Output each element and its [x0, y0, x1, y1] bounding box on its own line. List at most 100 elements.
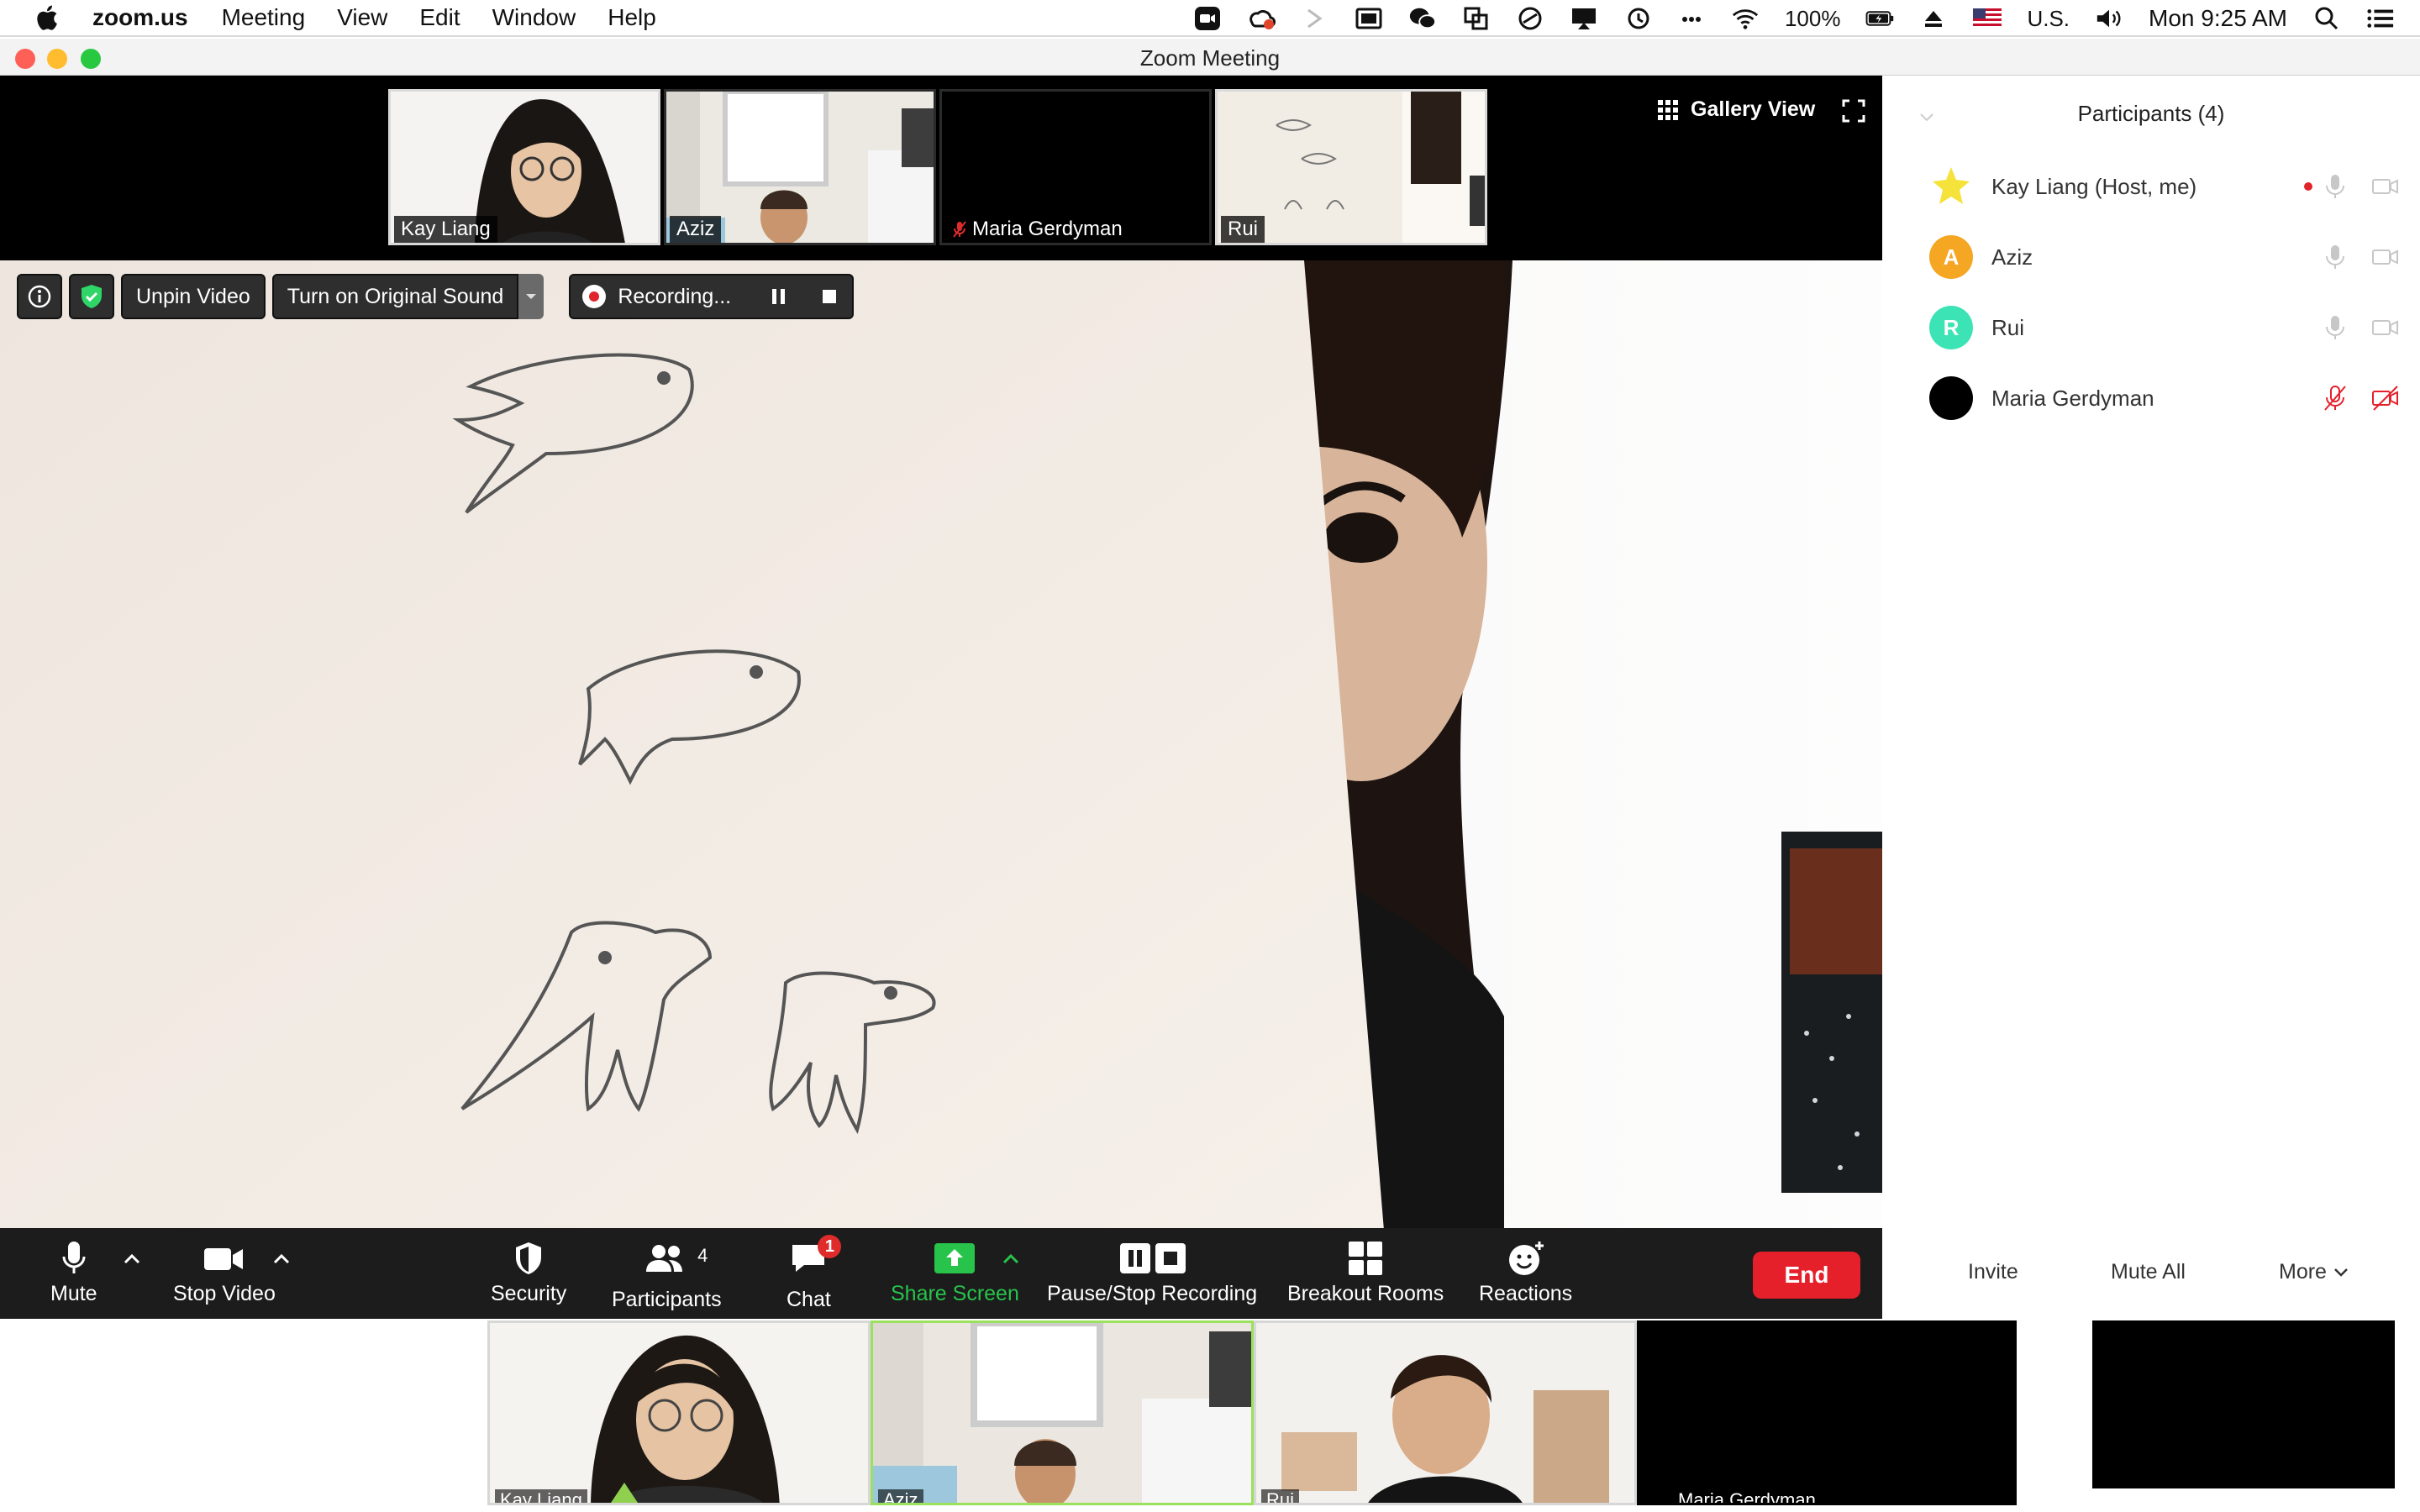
avatar: A — [1929, 235, 1973, 279]
participant-row-aziz[interactable]: A Aziz — [1929, 234, 2400, 281]
mute-button[interactable]: Mute — [50, 1240, 97, 1306]
time-machine-icon[interactable] — [1623, 6, 1652, 31]
menubar-clock[interactable]: Mon 9:25 AM — [2149, 5, 2287, 32]
window-title-bar: Zoom Meeting — [0, 39, 2420, 76]
participant-row-rui[interactable]: R Rui — [1929, 304, 2400, 351]
security-button[interactable]: Security — [491, 1240, 566, 1306]
avatar: R — [1929, 306, 1973, 349]
main-speaker-video[interactable] — [0, 260, 1882, 1312]
mute-all-button[interactable]: Mute All — [2111, 1260, 2186, 1284]
gallery-tile-kay[interactable]: Kay Liang — [487, 1320, 871, 1505]
menu-help[interactable]: Help — [608, 4, 656, 31]
input-source[interactable]: U.S. — [2027, 6, 2070, 32]
participants-icon — [646, 1245, 683, 1272]
apple-icon[interactable] — [34, 3, 59, 32]
menu-edit[interactable]: Edit — [419, 4, 460, 31]
recording-dot-icon — [582, 285, 607, 308]
meeting-info-button[interactable] — [17, 274, 62, 319]
grid-icon — [1658, 99, 1678, 120]
participants-button[interactable]: 4 Participants — [612, 1240, 722, 1312]
notification-center-icon[interactable] — [2366, 6, 2395, 31]
breakout-rooms-icon — [1349, 1242, 1383, 1275]
video-camera-icon — [203, 1248, 243, 1270]
volume-icon[interactable] — [2095, 6, 2123, 31]
participants-panel: Participants (4) Kay Liang (Host, me) A … — [1882, 76, 2420, 1319]
video-options-caret-icon[interactable] — [272, 1253, 291, 1265]
meeting-area: Kay Liang Aziz Maria Gerdyman Rui Galler… — [0, 76, 1882, 1319]
pause-recording-icon[interactable] — [768, 286, 790, 307]
camera-off-icon[interactable] — [2371, 384, 2400, 412]
gallery-tile-rui[interactable]: Rui — [1254, 1320, 1637, 1505]
tile-name-rui: Rui — [1221, 216, 1265, 243]
video-tile-aziz[interactable]: Aziz — [664, 89, 936, 245]
screen-share-tray-icon[interactable] — [1462, 6, 1491, 31]
participant-row-maria[interactable]: Maria Gerdyman — [1929, 375, 2400, 422]
spotlight-search-icon[interactable] — [2312, 6, 2341, 31]
battery-percent: 100% — [1784, 5, 1841, 31]
menu-view[interactable]: View — [337, 4, 387, 31]
breakout-rooms-button[interactable]: Breakout Rooms — [1287, 1240, 1444, 1306]
wechat-icon[interactable] — [1408, 6, 1437, 31]
creative-cloud-icon[interactable] — [1247, 6, 1276, 31]
recording-indicator: Recording... — [569, 274, 855, 319]
battery-icon[interactable] — [1865, 6, 1894, 31]
dnd-icon[interactable] — [1516, 6, 1544, 31]
share-screen-button[interactable]: Share Screen — [891, 1240, 1019, 1306]
menu-app-name[interactable]: zoom.us — [92, 4, 188, 31]
airplay-icon[interactable] — [1570, 6, 1598, 31]
tile-name: Maria Gerdyman — [1673, 1489, 1821, 1503]
video-tile-kay[interactable]: Kay Liang — [388, 89, 660, 245]
participants-count: 4 — [697, 1245, 708, 1266]
us-flag-icon[interactable] — [1973, 6, 2002, 31]
invite-button[interactable]: Invite — [1968, 1260, 2018, 1284]
more-button[interactable]: More — [2279, 1260, 2349, 1284]
chat-button[interactable]: 1 Chat — [786, 1235, 842, 1312]
share-options-caret-icon[interactable] — [1002, 1253, 1020, 1265]
avatar-star-icon — [1933, 167, 1970, 204]
tile-name: Aziz — [878, 1489, 923, 1503]
original-sound-dropdown[interactable] — [518, 274, 544, 319]
fullscreen-icon[interactable] — [1842, 99, 1865, 123]
video-tile-rui[interactable]: Rui — [1215, 89, 1487, 245]
main-video-feed — [0, 260, 1882, 1312]
encryption-shield-button[interactable] — [69, 274, 114, 319]
mic-muted-icon[interactable] — [2321, 384, 2349, 412]
menu-window[interactable]: Window — [492, 4, 576, 31]
forward-icon[interactable] — [1301, 6, 1329, 31]
end-meeting-button[interactable]: End — [1753, 1252, 1860, 1299]
menu-meeting[interactable]: Meeting — [222, 4, 306, 31]
gallery-tile-aziz[interactable]: Aziz — [871, 1320, 1254, 1505]
tile-name-aziz: Aziz — [670, 216, 722, 243]
mic-icon[interactable] — [2321, 313, 2349, 342]
camera-icon[interactable] — [2371, 172, 2400, 201]
eject-icon[interactable] — [1919, 6, 1948, 31]
original-sound-button[interactable]: Turn on Original Sound — [271, 274, 519, 319]
gallery-view-button[interactable]: Gallery View — [1657, 97, 1815, 122]
video-filmstrip: Kay Liang Aziz Maria Gerdyman Rui — [388, 89, 1487, 245]
recording-status-label: Recording... — [618, 284, 732, 308]
gallery-tile-extra[interactable] — [2092, 1320, 2395, 1488]
window-icon[interactable] — [1355, 6, 1383, 31]
participants-panel-footer: Invite Mute All More — [1882, 1248, 2420, 1299]
camera-icon[interactable] — [2371, 243, 2400, 271]
participant-row-kay[interactable]: Kay Liang (Host, me) — [1929, 163, 2400, 210]
original-sound-group: Turn on Original Sound — [271, 274, 544, 319]
gallery-tile-maria[interactable]: Maria Gerdyman — [1637, 1320, 2017, 1505]
tile-name-maria: Maria Gerdyman — [945, 216, 1129, 243]
reactions-button[interactable]: Reactions — [1479, 1240, 1572, 1306]
stop-video-button[interactable]: Stop Video — [173, 1240, 276, 1306]
stop-recording-icon[interactable] — [818, 286, 840, 307]
mic-icon[interactable] — [2321, 243, 2349, 271]
mic-icon[interactable] — [2321, 172, 2349, 201]
zoom-tray-icon[interactable] — [1193, 6, 1222, 31]
avatar — [1929, 376, 1973, 420]
pause-stop-recording-button[interactable]: Pause/Stop Recording — [1047, 1240, 1257, 1306]
audio-options-caret-icon[interactable] — [123, 1253, 141, 1265]
video-tile-maria[interactable]: Maria Gerdyman — [939, 89, 1212, 245]
more-dots-icon[interactable] — [1677, 6, 1706, 31]
chat-unread-badge: 1 — [818, 1235, 842, 1258]
camera-icon[interactable] — [2371, 313, 2400, 342]
wifi-icon[interactable] — [1731, 6, 1760, 31]
pause-stop-recording-icon — [1120, 1243, 1186, 1273]
unpin-video-button[interactable]: Unpin Video — [121, 274, 266, 319]
